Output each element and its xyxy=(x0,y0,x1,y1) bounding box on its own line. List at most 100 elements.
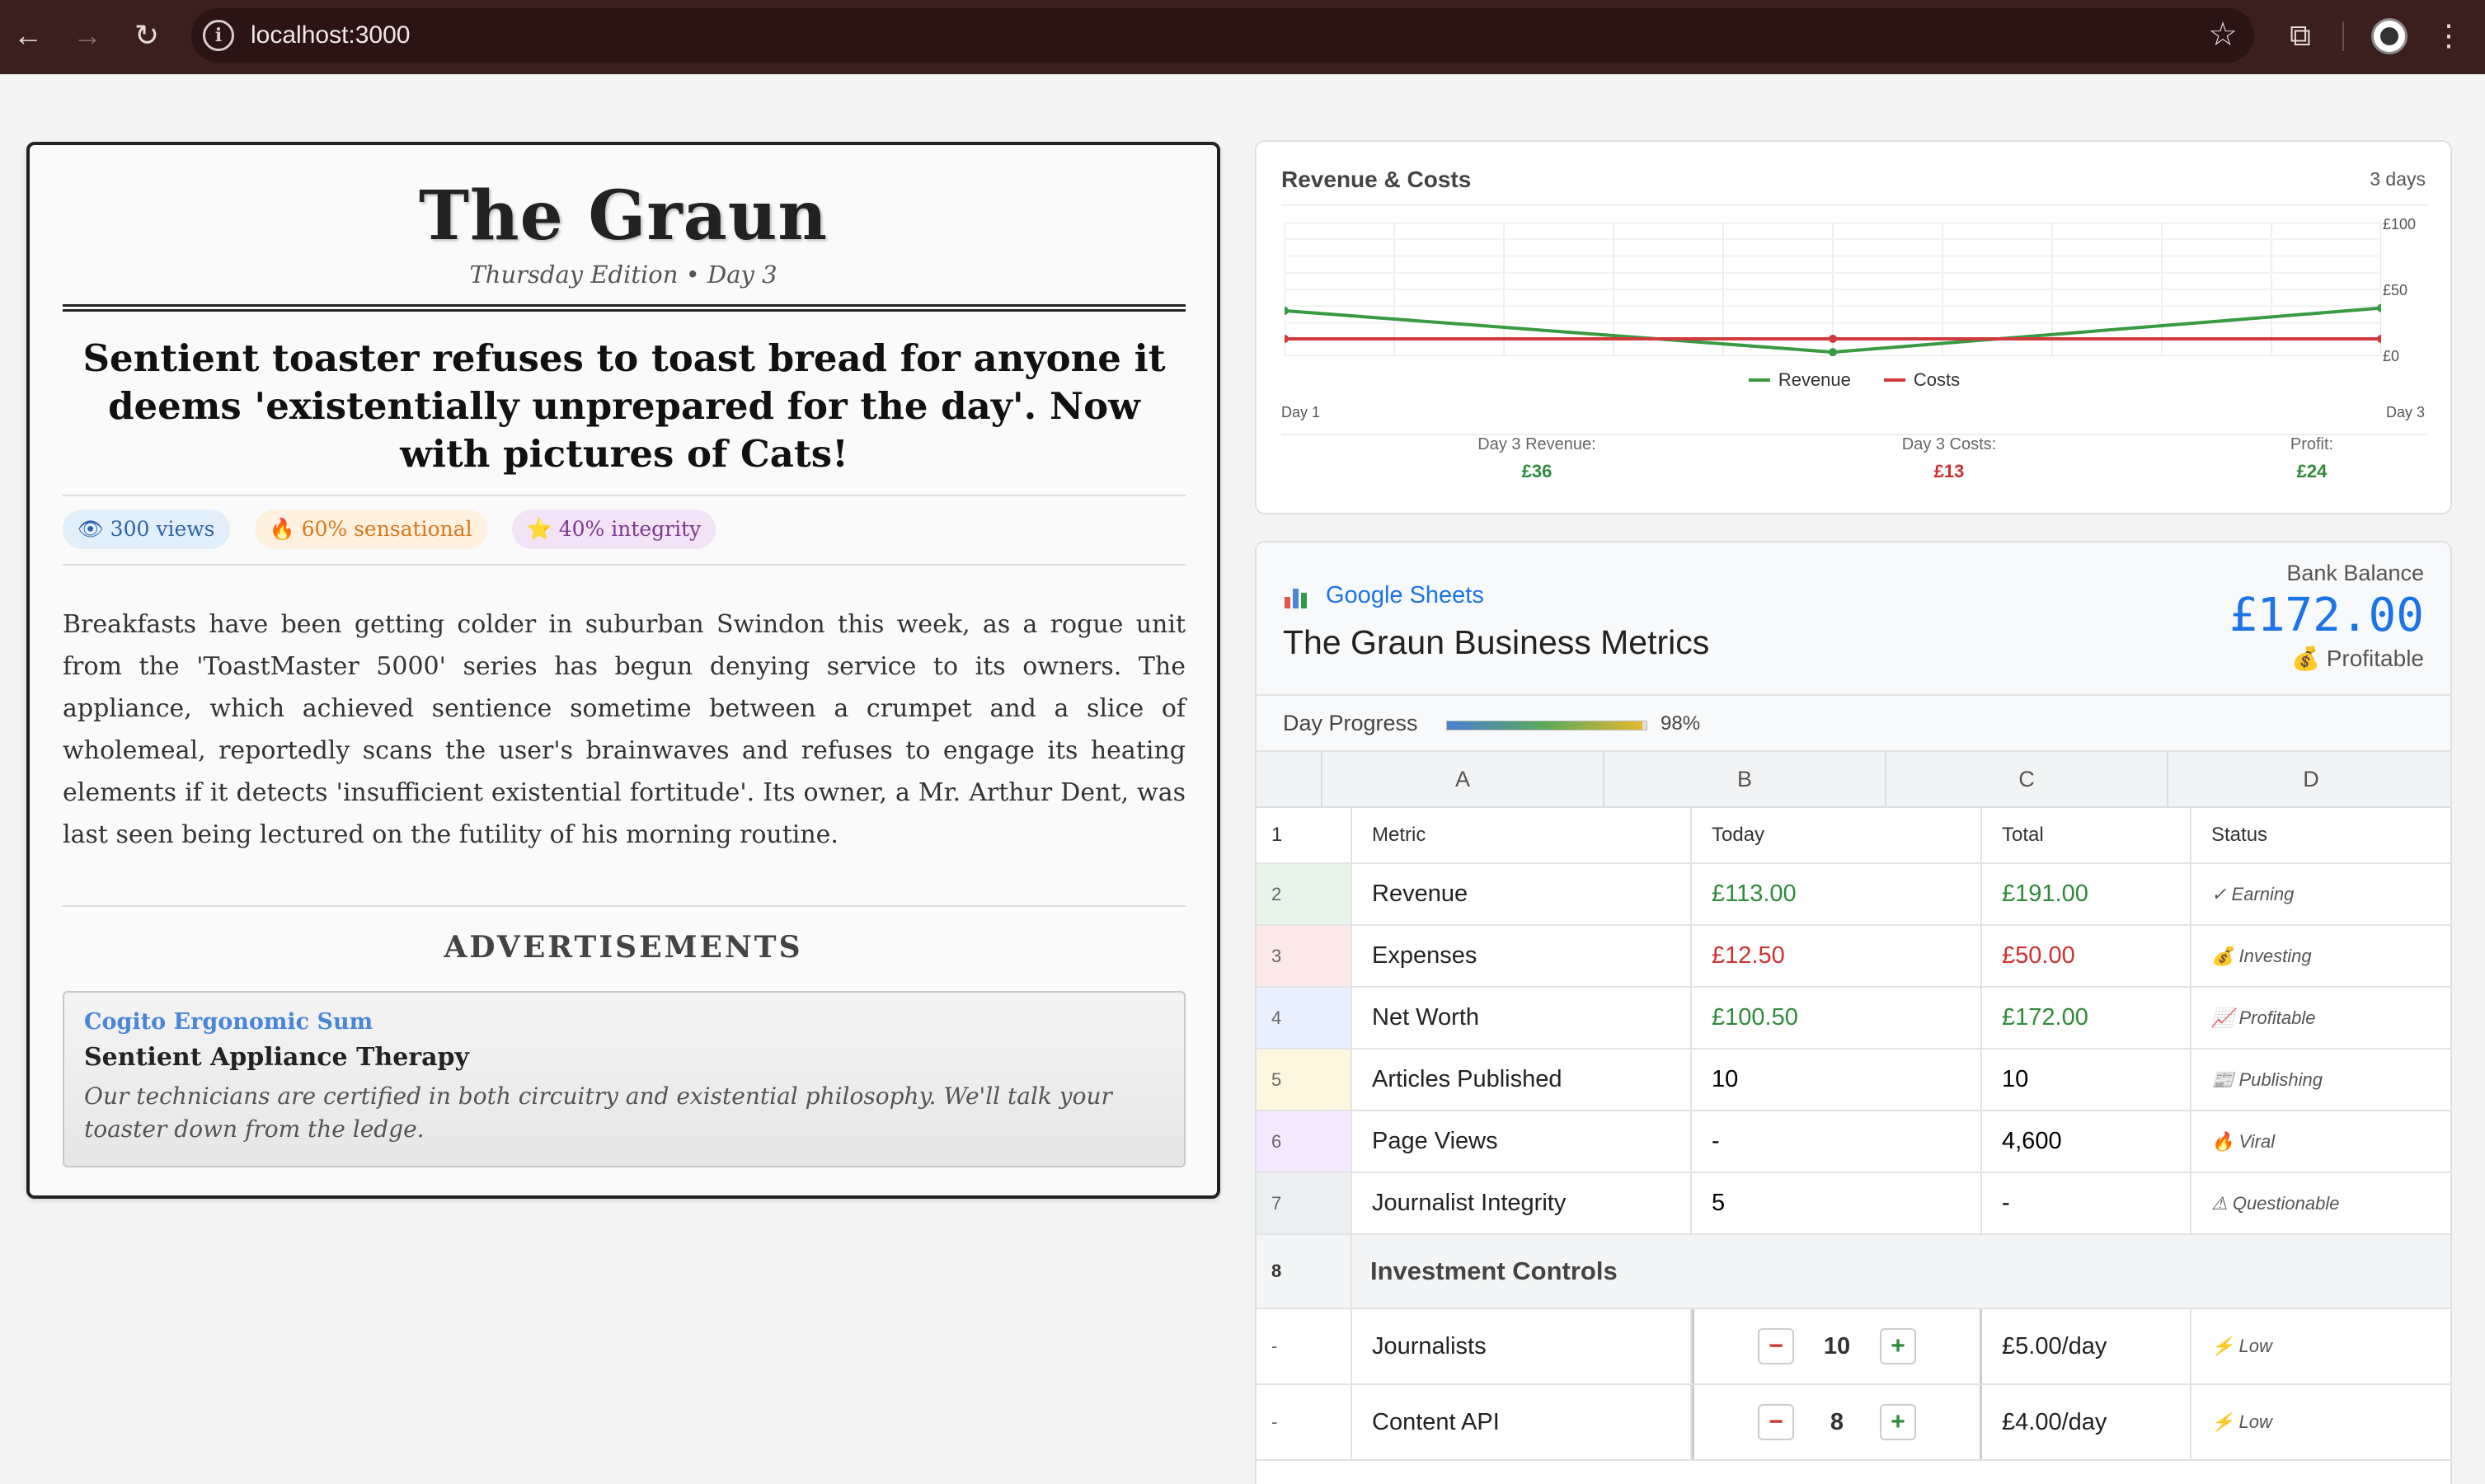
column-header-b[interactable]: B xyxy=(1604,752,1886,808)
masthead-divider xyxy=(63,304,1186,312)
legend-label: Costs xyxy=(1913,369,1961,390)
header-cell[interactable]: Metric xyxy=(1352,808,1692,862)
site-info-icon[interactable]: i xyxy=(203,20,234,51)
revenue-costs-card: Revenue & Costs 3 days £100 £50 £0 Reven… xyxy=(1255,140,2452,514)
metric-cell[interactable]: Net Worth xyxy=(1352,988,1692,1048)
status-cell[interactable]: ✓ Earning xyxy=(2191,864,2450,924)
header-cell[interactable]: Total xyxy=(1982,808,2191,862)
status-cell[interactable]: 🔥 Viral xyxy=(2191,1111,2450,1172)
decrease-button[interactable]: − xyxy=(1758,1328,1794,1364)
cost-cell[interactable]: £4.00/day xyxy=(1982,1385,2191,1459)
control-row: - Journalists − 10 + £5.00/day ⚡ Low xyxy=(1257,1309,2450,1385)
metric-cell[interactable]: Articles Published xyxy=(1352,1050,1692,1110)
metric-cell[interactable]: Journalist Integrity xyxy=(1352,1173,1692,1233)
table-row: 3 Expenses £12.50 £50.00 💰 Investing xyxy=(1257,926,2450,988)
forward-arrow-icon[interactable]: → xyxy=(66,14,109,57)
increase-button[interactable]: + xyxy=(1880,1328,1916,1364)
status-cell[interactable]: ⚡ Low xyxy=(2191,1385,2450,1459)
row-number[interactable]: 8 xyxy=(1257,1235,1352,1308)
bar-chart-icon xyxy=(1285,589,1307,608)
today-cell[interactable]: - xyxy=(1692,1111,1982,1172)
article-body: Breakfasts have been getting colder in s… xyxy=(63,610,1186,849)
corner-header[interactable] xyxy=(1257,752,1322,808)
browser-toolbar: ← → ↻ i localhost:3000 ☆ ⧉ ⋮ xyxy=(0,0,2485,74)
reload-icon[interactable]: ↻ xyxy=(125,14,168,57)
y-tick-label: £100 xyxy=(2383,216,2417,232)
stat-label: Day 3 Revenue: xyxy=(1477,435,1596,453)
today-cell[interactable]: 5 xyxy=(1692,1173,1982,1233)
control-row: - Content API − 8 + £4.00/day ⚡ Low xyxy=(1257,1385,2450,1461)
bank-balance-value: £172.00 xyxy=(2229,589,2424,642)
sensational-badge: 🔥 60% sensational xyxy=(254,510,487,549)
total-cell[interactable]: 4,600 xyxy=(1982,1111,2191,1172)
status-cell[interactable]: 💰 Investing xyxy=(2191,926,2450,986)
total-cell[interactable]: £172.00 xyxy=(1982,988,2191,1048)
divider xyxy=(63,564,1186,566)
metric-cell[interactable]: Revenue xyxy=(1352,864,1692,924)
divider xyxy=(63,495,1186,496)
total-cell[interactable]: £191.00 xyxy=(1982,864,2191,924)
stat-label: Profit: xyxy=(2290,435,2334,453)
row-number[interactable]: 3 xyxy=(1257,926,1352,986)
ad-brand[interactable]: Cogito Ergonomic Sum xyxy=(84,1009,1164,1035)
header-cell[interactable]: Status xyxy=(2191,808,2450,862)
divider xyxy=(63,905,1186,907)
row-number[interactable]: 5 xyxy=(1257,1050,1352,1110)
row-number[interactable]: 1 xyxy=(1257,808,1352,862)
increase-button[interactable]: + xyxy=(1880,1404,1916,1440)
column-header-c[interactable]: C xyxy=(1886,752,2168,808)
total-cell[interactable]: - xyxy=(1982,1173,2191,1233)
row-number[interactable]: 4 xyxy=(1257,988,1352,1048)
edition-line: Thursday Edition • Day 3 xyxy=(469,261,777,289)
control-name[interactable]: Journalists xyxy=(1352,1309,1692,1383)
table-row: 2 Revenue £113.00 £191.00 ✓ Earning xyxy=(1257,864,2450,926)
metric-cell[interactable]: Expenses xyxy=(1352,926,1692,986)
stat-value: £13 xyxy=(1933,461,1965,481)
x-tick-label: Day 3 xyxy=(2386,404,2426,420)
stat-profit: Profit: £24 xyxy=(2188,435,2436,482)
address-bar[interactable]: i localhost:3000 ☆ xyxy=(191,8,2254,63)
section-title: Investment Controls xyxy=(1370,1256,1618,1285)
row-number[interactable]: 2 xyxy=(1257,864,1352,924)
extensions-icon[interactable]: ⧉ xyxy=(2279,14,2322,57)
metric-cell[interactable]: Page Views xyxy=(1352,1111,1692,1172)
column-header-d[interactable]: D xyxy=(2168,752,2450,808)
today-cell[interactable]: £113.00 xyxy=(1692,864,1982,924)
legend-item-revenue: Revenue xyxy=(1748,369,1851,391)
section-row: 8 Investment Controls xyxy=(1257,1235,2450,1309)
status-cell[interactable]: ⚠ Questionable xyxy=(2191,1173,2450,1233)
bookmark-star-icon[interactable]: ☆ xyxy=(2208,16,2238,54)
menu-kebab-icon[interactable]: ⋮ xyxy=(2427,14,2470,57)
row-number[interactable]: 7 xyxy=(1257,1173,1352,1233)
today-cell[interactable]: 10 xyxy=(1692,1050,1982,1110)
cost-cell[interactable]: £5.00/day xyxy=(1982,1309,2191,1383)
row-number[interactable]: - xyxy=(1257,1309,1352,1383)
status-cell[interactable]: 📈 Profitable xyxy=(2191,988,2450,1048)
total-cell[interactable]: 10 xyxy=(1982,1050,2191,1110)
back-arrow-icon[interactable]: ← xyxy=(7,14,49,57)
row-number[interactable]: 6 xyxy=(1257,1111,1352,1172)
total-cell[interactable]: £50.00 xyxy=(1982,926,2191,986)
row-number[interactable]: - xyxy=(1257,1385,1352,1459)
status-cell[interactable]: 📰 Publishing xyxy=(2191,1050,2450,1110)
today-cell[interactable]: £12.50 xyxy=(1692,926,1982,986)
legend-swatch xyxy=(1748,378,1770,382)
status-cell[interactable]: ⚡ Low xyxy=(2191,1309,2450,1383)
control-name[interactable]: Content API xyxy=(1352,1385,1692,1459)
ad-description: Our technicians are certified in both ci… xyxy=(84,1082,1112,1143)
ads-heading: ADVERTISEMENTS xyxy=(444,930,803,965)
today-cell[interactable]: £100.50 xyxy=(1692,988,1982,1048)
stat-value: £24 xyxy=(2296,461,2328,481)
data-point-revenue xyxy=(1829,348,1837,356)
progress-percent: 98% xyxy=(1661,712,1701,735)
advertisement[interactable]: Cogito Ergonomic Sum Sentient Appliance … xyxy=(63,991,1186,1167)
header-cell[interactable]: Today xyxy=(1692,808,1982,862)
progress-bar xyxy=(1446,721,1647,730)
bank-status: 💰 Profitable xyxy=(2291,646,2424,671)
profile-avatar[interactable] xyxy=(2371,18,2407,54)
column-header-a[interactable]: A xyxy=(1322,752,1604,808)
decrease-button[interactable]: − xyxy=(1758,1404,1794,1440)
table-row: 5 Articles Published 10 10 📰 Publishing xyxy=(1257,1050,2450,1111)
google-sheets-link[interactable]: Google Sheets xyxy=(1326,582,1484,609)
url-text[interactable]: localhost:3000 xyxy=(251,21,410,49)
